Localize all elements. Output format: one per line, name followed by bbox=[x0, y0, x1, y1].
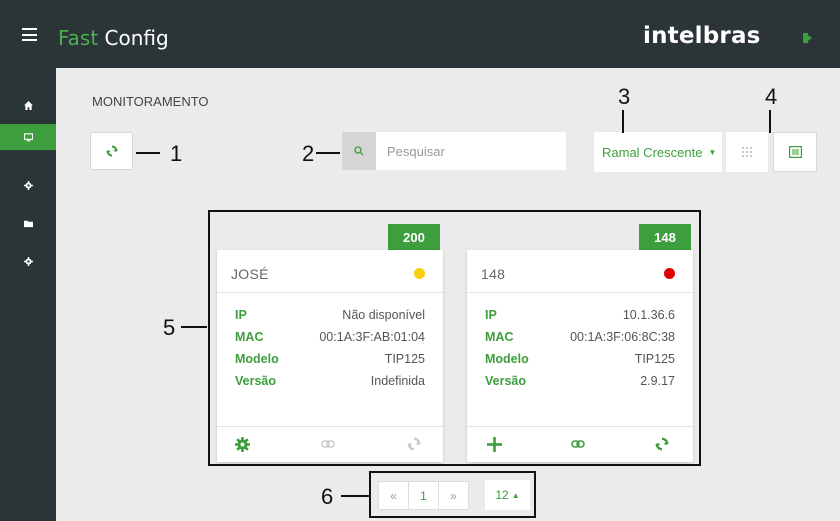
caret-up-icon: ▲ bbox=[511, 490, 520, 500]
sidebar-item-files[interactable] bbox=[0, 210, 56, 236]
status-indicator bbox=[664, 268, 675, 279]
card-name: 148 bbox=[481, 266, 506, 282]
pagination: « 1 » bbox=[378, 481, 469, 510]
app-title: Fast Config bbox=[58, 26, 169, 50]
add-button[interactable] bbox=[485, 435, 503, 453]
page-title: MONITORAMENTO bbox=[92, 94, 209, 109]
list-view-button[interactable] bbox=[773, 132, 817, 172]
sync-button[interactable] bbox=[653, 435, 671, 453]
version-row: Versão Indefinida bbox=[235, 374, 425, 388]
sidebar-item-home[interactable] bbox=[0, 92, 56, 118]
annotation-line bbox=[181, 326, 207, 328]
mac-row: MAC 00:1A:3F:06:8C:38 bbox=[485, 330, 675, 344]
annotation-number: 1 bbox=[170, 141, 183, 166]
sidebar-item-settings[interactable] bbox=[0, 172, 56, 198]
search-input[interactable] bbox=[376, 132, 566, 170]
page-size-select[interactable]: 12 ▲ bbox=[485, 480, 530, 510]
divider bbox=[217, 292, 443, 293]
card-actions bbox=[217, 426, 443, 462]
home-icon bbox=[23, 100, 33, 110]
folder-icon bbox=[23, 220, 33, 227]
grid-view-button[interactable] bbox=[726, 132, 768, 172]
extension-badge: 200 bbox=[388, 224, 440, 250]
model-row: Modelo TIP125 bbox=[235, 352, 425, 366]
annotation-number: 5 bbox=[163, 315, 176, 340]
gear-icon bbox=[23, 180, 33, 190]
card-actions bbox=[467, 426, 693, 462]
sidebar bbox=[0, 68, 56, 521]
grid-icon bbox=[742, 147, 752, 157]
gear-icon bbox=[23, 256, 33, 266]
status-indicator bbox=[414, 268, 425, 279]
extension-card[interactable]: 148 IP 10.1.36.6 MAC 00:1A:3F:06:8C:38 Mod… bbox=[467, 250, 693, 462]
annotation-line bbox=[316, 152, 340, 154]
annotation-number: 3 bbox=[618, 84, 631, 109]
annotation-number: 4 bbox=[765, 84, 778, 109]
annotation-line bbox=[341, 495, 369, 497]
refresh-icon bbox=[407, 437, 421, 451]
intelbras-logo: intelbras bbox=[643, 23, 761, 49]
version-row: Versão 2.9.17 bbox=[485, 374, 675, 388]
search-icon bbox=[354, 146, 364, 156]
refresh-button[interactable] bbox=[90, 132, 133, 170]
refresh-icon bbox=[106, 145, 117, 157]
next-page-button[interactable]: » bbox=[439, 482, 468, 509]
annotation-line bbox=[136, 152, 160, 154]
sort-select-label: Ramal Crescente bbox=[602, 144, 703, 160]
link-button[interactable] bbox=[319, 435, 337, 453]
link-icon bbox=[571, 440, 585, 448]
card-name: JOSÉ bbox=[231, 266, 269, 282]
annotation-line bbox=[622, 110, 624, 133]
extension-card[interactable]: JOSÉ IP Não disponível MAC 00:1A:3F:AB:01:… bbox=[217, 250, 443, 462]
link-icon bbox=[321, 440, 335, 448]
page-size-value: 12 bbox=[495, 488, 509, 502]
mac-row: MAC 00:1A:3F:AB:01:04 bbox=[235, 330, 425, 344]
previous-page-button[interactable]: « bbox=[379, 482, 408, 509]
logout-icon[interactable] bbox=[803, 33, 815, 43]
sidebar-item-config[interactable] bbox=[0, 248, 56, 274]
hamburger-menu-icon[interactable] bbox=[22, 28, 37, 41]
monitor-icon bbox=[23, 132, 33, 141]
annotation-number: 6 bbox=[321, 484, 334, 509]
annotation-line bbox=[769, 110, 771, 133]
current-page-button[interactable]: 1 bbox=[408, 482, 439, 509]
top-bar: Fast Config intelbras bbox=[0, 0, 840, 68]
refresh-icon bbox=[655, 437, 669, 451]
search-button[interactable] bbox=[342, 132, 376, 170]
link-button[interactable] bbox=[569, 435, 587, 453]
annotation-number: 2 bbox=[302, 141, 315, 166]
plus-icon bbox=[486, 436, 502, 452]
model-row: Modelo TIP125 bbox=[485, 352, 675, 366]
sidebar-item-monitoring[interactable] bbox=[0, 124, 56, 150]
sort-select[interactable]: Ramal Crescente ▼ bbox=[594, 132, 722, 172]
caret-down-icon: ▼ bbox=[708, 147, 717, 157]
extension-badge: 148 bbox=[639, 224, 691, 250]
ip-row: IP Não disponível bbox=[235, 308, 425, 322]
list-icon bbox=[788, 146, 802, 158]
ip-row: IP 10.1.36.6 bbox=[485, 308, 675, 322]
divider bbox=[467, 292, 693, 293]
gear-icon bbox=[234, 436, 250, 452]
settings-button[interactable] bbox=[233, 435, 251, 453]
sync-button[interactable] bbox=[405, 435, 423, 453]
